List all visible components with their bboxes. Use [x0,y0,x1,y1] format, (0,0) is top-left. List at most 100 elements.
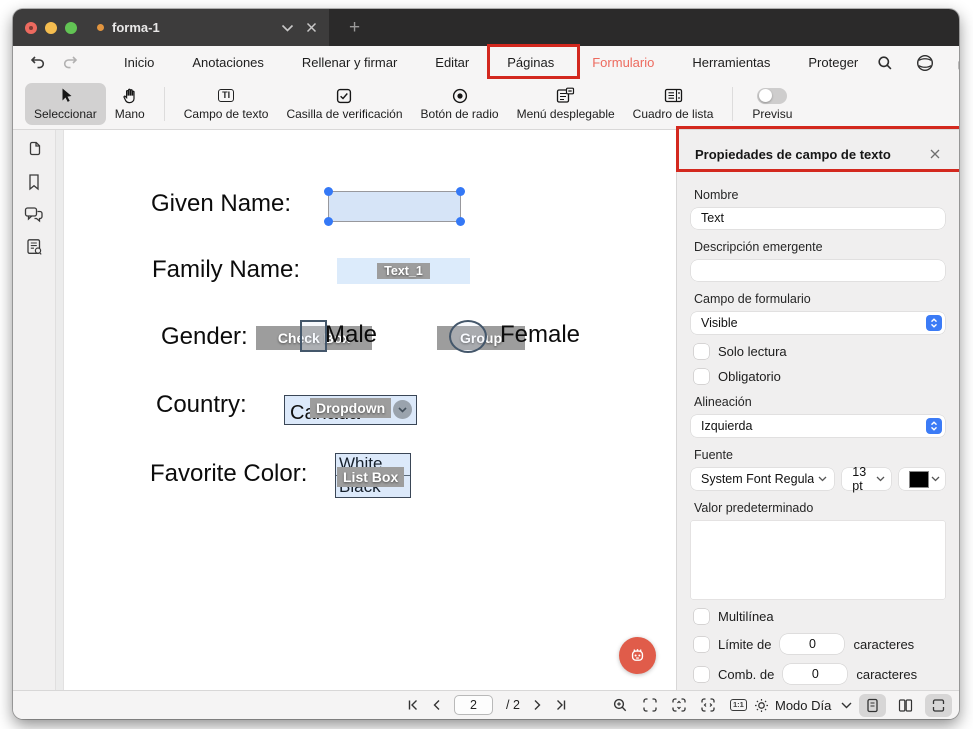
multiline-checkbox[interactable] [694,609,709,624]
char-limit-suffix: caracteres [853,637,914,652]
tool-select[interactable]: Seleccionar [25,83,106,125]
default-value-textarea[interactable] [691,521,945,599]
tool-listbox[interactable]: Cuadro de lista [624,83,723,125]
redo-icon[interactable] [62,55,79,70]
tab-close-icon[interactable] [306,22,317,33]
checkbox-field-outline[interactable] [300,320,327,352]
menu-item-inicio[interactable]: Inicio [105,55,173,70]
app-window: forma-1 + Inicio Anotaciones [13,9,959,719]
dropdown-arrow-icon[interactable] [393,400,412,419]
selection-handle-bottom-left[interactable] [324,217,333,226]
continuous-scroll-view-button[interactable] [925,694,952,717]
single-page-view-button[interactable] [859,694,886,717]
menu-item-rellenar-y-firmar[interactable]: Rellenar y firmar [283,55,416,70]
two-page-view-button[interactable] [892,694,919,717]
next-page-icon[interactable] [533,699,542,711]
menu-item-formulario[interactable]: Formulario [573,55,673,70]
page-thumbnails-icon[interactable] [25,140,43,158]
bookmarks-icon[interactable] [26,173,42,191]
menu-item-anotaciones[interactable]: Anotaciones [173,55,283,70]
support-globe-icon[interactable] [916,54,934,72]
tab-chevron-down-icon[interactable] [281,24,294,32]
actual-size-icon[interactable]: 1:1 [730,699,747,712]
name-input[interactable]: Text [691,208,945,229]
text-field-selected[interactable] [328,191,461,222]
menu-item-proteger[interactable]: Proteger [789,55,877,70]
menu-item-editar[interactable]: Editar [416,55,488,70]
char-limit-checkbox[interactable] [694,637,709,652]
panel-close-icon[interactable] [929,148,941,160]
search-icon[interactable] [877,55,893,71]
list-box-field[interactable]: White Black List Box [335,453,411,498]
tool-preview-toggle[interactable]: Previsu [743,83,801,125]
chevron-down-icon [876,476,885,482]
menu-item-herramientas[interactable]: Herramientas [673,55,789,70]
first-page-icon[interactable] [407,699,419,711]
dropdown-field[interactable]: Canada Dropdown [284,395,417,425]
form-toolbar: Seleccionar Mano TI Campo de texto Casil… [13,79,959,130]
dropdown-field-badge: Dropdown [310,398,391,418]
minimize-window-button[interactable] [45,22,57,34]
selection-handle-bottom-right[interactable] [456,217,465,226]
comments-icon[interactable] [24,206,44,223]
list-box-icon [664,87,683,104]
multiline-label: Multilínea [718,609,774,624]
comb-checkbox[interactable] [694,667,709,682]
menubar: Inicio Anotaciones Rellenar y firmar Edi… [13,46,959,79]
day-mode-control[interactable]: Modo Día [754,691,852,719]
document-tab[interactable]: forma-1 [13,9,329,46]
share-icon[interactable] [957,54,959,72]
fit-page-icon[interactable] [643,698,657,712]
fit-width-icon[interactable] [701,698,715,712]
alignment-select[interactable]: Izquierda [691,415,945,437]
last-page-icon[interactable] [555,699,567,711]
titlebar: forma-1 + [13,9,959,46]
radio-button-icon [452,87,468,104]
required-label: Obligatorio [718,369,781,384]
selection-handle-top-right[interactable] [456,187,465,196]
annotation-summary-icon[interactable] [26,238,43,256]
radio-field-outline[interactable] [449,320,487,353]
statusbar: 2 / 2 1:1 [13,690,959,719]
zoom-icon[interactable] [613,698,628,713]
font-color-well[interactable] [899,468,945,490]
chevron-down-icon [818,476,827,482]
hand-icon [122,87,137,104]
readonly-checkbox[interactable] [694,344,709,359]
gender-label: Gender: [161,323,248,351]
font-family-select[interactable]: System Font Regula [691,468,834,490]
sun-icon [754,698,769,713]
font-size-select[interactable]: 13 pt [842,468,891,490]
menu-item-paginas[interactable]: Páginas [488,55,573,70]
favorite-color-label: Favorite Color: [150,460,307,488]
toolbar-divider [164,87,165,121]
undo-icon[interactable] [29,55,46,70]
left-sidebar [13,130,56,690]
required-checkbox[interactable] [694,369,709,384]
country-label: Country: [156,391,247,419]
preview-toggle-switch[interactable] [757,88,787,104]
male-text: Male [325,321,377,349]
comb-input[interactable]: 0 [783,664,847,684]
tool-hand[interactable]: Mano [106,83,154,125]
visibility-select[interactable]: Visible [691,312,945,334]
field-name-badge: Text_1 [377,263,430,279]
tooltip-input[interactable] [691,260,945,281]
checkbox-icon [336,87,352,104]
char-limit-input[interactable]: 0 [780,634,844,654]
document-page[interactable]: Given Name: Family Name: Text_1 Gender: … [56,130,676,690]
tool-text-field[interactable]: TI Campo de texto [175,83,278,125]
assistant-robot-button[interactable] [619,637,656,674]
tool-checkbox[interactable]: Casilla de verificación [277,83,411,125]
selection-handle-top-left[interactable] [324,187,333,196]
close-window-button[interactable] [25,22,37,34]
fit-height-icon[interactable] [672,698,686,712]
tool-radio[interactable]: Botón de radio [412,83,508,125]
tooltip-label: Descripción emergente [694,240,942,254]
text-field-family[interactable]: Text_1 [337,258,470,284]
zoom-window-button[interactable] [65,22,77,34]
tool-dropdown[interactable]: Menú desplegable [508,83,624,125]
new-tab-button[interactable]: + [349,18,360,37]
current-page-input[interactable]: 2 [454,695,493,715]
previous-page-icon[interactable] [432,699,441,711]
